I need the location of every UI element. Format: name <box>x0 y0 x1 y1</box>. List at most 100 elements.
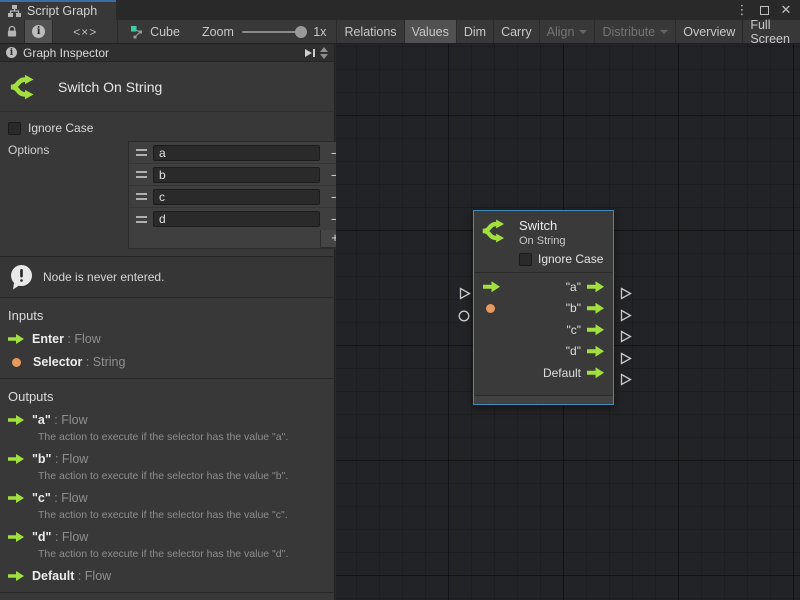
dock-panel-icon[interactable] <box>304 48 316 58</box>
warning-text: Node is never entered. <box>43 270 164 284</box>
option-input[interactable] <box>153 189 320 205</box>
port-description: The action to execute if the selector ha… <box>38 470 326 482</box>
node-port-row: "a" <box>474 276 613 298</box>
spinner-up-icon[interactable] <box>320 47 328 52</box>
drag-handle-icon[interactable] <box>129 149 153 156</box>
option-input[interactable] <box>153 167 320 183</box>
flow-output-stub-icon[interactable] <box>619 373 632 386</box>
overview-button[interactable]: Overview <box>675 20 742 43</box>
graph-inspector-panel: i Graph Inspector Swit <box>0 44 335 600</box>
ignore-case-label: Ignore Case <box>28 121 93 135</box>
zoom-slider-handle[interactable] <box>295 26 307 38</box>
drag-handle-icon[interactable] <box>129 216 153 223</box>
flow-arrow-icon <box>8 571 24 581</box>
carry-button[interactable]: Carry <box>493 20 539 43</box>
graph-hierarchy-icon <box>8 5 21 17</box>
ignore-case-checkbox[interactable] <box>519 253 532 266</box>
output-port-row: "a" : Flow <box>8 413 326 427</box>
option-input[interactable] <box>153 145 320 161</box>
output-port-label: "a" <box>566 280 581 294</box>
options-list: − − − − + <box>128 141 351 249</box>
node-title: Switch <box>519 218 565 233</box>
port-name: "a" <box>32 413 51 427</box>
node-port-row: "c" <box>474 319 613 341</box>
flow-arrow-icon <box>8 532 24 542</box>
port-type: Flow <box>85 569 111 583</box>
flow-output-stub-icon[interactable] <box>619 330 632 343</box>
output-port-icon[interactable] <box>587 346 604 357</box>
output-port-label: "c" <box>566 323 581 337</box>
output-port-icon[interactable] <box>587 367 604 378</box>
port-description: The action to execute if the selector ha… <box>38 431 326 443</box>
dim-button[interactable]: Dim <box>456 20 493 43</box>
align-dropdown[interactable]: Align <box>539 20 595 43</box>
output-port-icon[interactable] <box>587 281 604 292</box>
tab-label: Script Graph <box>27 4 97 18</box>
selector-port-icon[interactable] <box>486 304 495 313</box>
node-port-row: Default <box>474 362 613 384</box>
ignore-case-checkbox[interactable] <box>8 122 21 135</box>
port-sep: : <box>64 332 74 346</box>
port-type: Flow <box>61 413 87 427</box>
drag-handle-icon[interactable] <box>129 193 153 200</box>
port-sep: : <box>52 452 62 466</box>
output-port-icon[interactable] <box>587 303 604 314</box>
flow-arrow-icon <box>8 454 24 464</box>
inspector-toggle-button[interactable]: i <box>25 20 52 43</box>
flow-output-stub-icon[interactable] <box>619 287 632 300</box>
zoom-label: Zoom <box>202 25 234 39</box>
window-menu-icon[interactable]: ⋮ <box>734 2 750 18</box>
relations-button[interactable]: Relations <box>336 20 403 43</box>
zoom-value: 1x <box>313 25 326 39</box>
zoom-slider[interactable] <box>242 31 305 33</box>
options-editor: Options − − − <box>8 141 321 249</box>
node-body: "a" "b" "c" "d" Default <box>474 272 613 395</box>
port-type: Flow <box>62 530 88 544</box>
unit-header: Switch On String <box>0 62 334 112</box>
chevron-down-icon <box>579 30 587 34</box>
chevron-down-icon <box>660 30 668 34</box>
flow-output-stub-icon[interactable] <box>619 309 632 322</box>
options-label: Options <box>8 141 128 249</box>
graph-inspector-titlebar: i Graph Inspector <box>0 44 334 62</box>
panel-spinner[interactable] <box>320 47 328 59</box>
output-port-row: Default : Flow <box>8 569 326 583</box>
output-port-icon[interactable] <box>587 324 604 335</box>
inputs-header: Inputs <box>8 308 326 323</box>
output-port-label: "b" <box>566 301 581 315</box>
spinner-down-icon[interactable] <box>320 54 328 59</box>
option-input[interactable] <box>153 211 320 227</box>
close-icon[interactable]: ✕ <box>778 2 794 18</box>
values-button[interactable]: Values <box>404 20 456 43</box>
node-header[interactable]: Switch On String <box>474 211 613 251</box>
maximize-icon[interactable] <box>756 2 772 18</box>
option-row: − <box>129 186 350 208</box>
flow-input-stub-icon[interactable] <box>458 287 471 300</box>
port-name: "c" <box>32 491 51 505</box>
section-divider <box>0 592 334 593</box>
toolbar-toggles: Relations Values Dim Carry Align Distrib… <box>336 20 800 43</box>
warning-bubble-icon <box>9 264 34 290</box>
graph-owner: Cube <box>118 20 192 43</box>
tab-script-graph[interactable]: Script Graph <box>0 0 116 20</box>
lock-button[interactable] <box>0 20 24 43</box>
info-icon: i <box>32 25 45 38</box>
flow-output-stub-icon[interactable] <box>619 352 632 365</box>
port-name: Default <box>32 569 74 583</box>
value-input-stub-icon[interactable] <box>457 309 470 322</box>
graph-canvas[interactable]: Switch On String Ignore Case "a" "b" <box>336 44 800 600</box>
code-preview-button[interactable]: <×> <box>53 20 117 43</box>
switch-unit-icon <box>10 73 42 101</box>
output-port-row: "b" : Flow <box>8 452 326 466</box>
port-name: Selector <box>33 355 82 369</box>
input-port-row: Selector : String <box>8 355 326 369</box>
maximize-box <box>760 6 769 15</box>
full-screen-button[interactable]: Full Screen <box>742 20 800 43</box>
drag-handle-icon[interactable] <box>129 171 153 178</box>
zoom-control: Zoom 1x <box>192 20 336 43</box>
node-ignore-case-row: Ignore Case <box>519 252 605 266</box>
switch-unit-icon <box>482 218 512 244</box>
switch-on-string-node[interactable]: Switch On String Ignore Case "a" "b" <box>473 210 614 405</box>
distribute-dropdown[interactable]: Distribute <box>594 20 675 43</box>
enter-port-icon[interactable] <box>483 281 500 292</box>
